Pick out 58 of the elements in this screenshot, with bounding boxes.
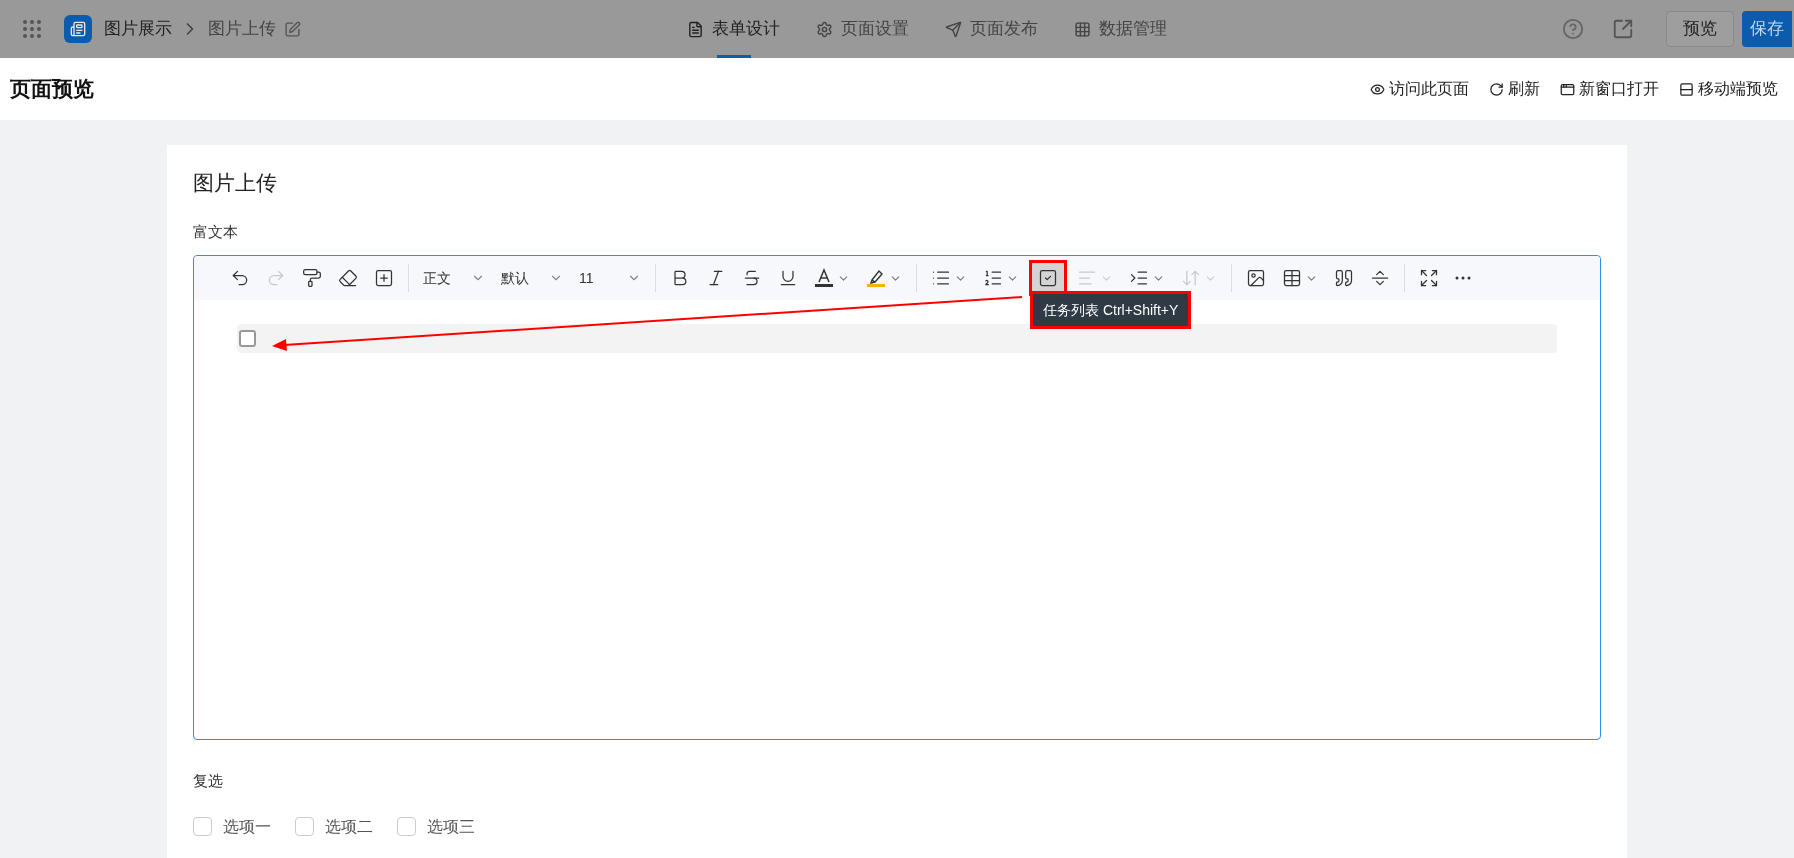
checkbox-icon bbox=[1038, 268, 1058, 288]
checkbox-label: 选项一 bbox=[223, 816, 271, 837]
external-link-icon[interactable] bbox=[1612, 18, 1634, 40]
font-color-icon bbox=[814, 268, 834, 288]
header-action-link[interactable]: 新窗口打开 bbox=[1560, 77, 1659, 101]
add-icon bbox=[374, 268, 394, 288]
page-title: 页面预览 bbox=[10, 76, 94, 103]
numbered-list-icon bbox=[983, 268, 1003, 288]
header-action-link[interactable]: 刷新 bbox=[1489, 77, 1540, 101]
checkbox-label: 选项二 bbox=[325, 816, 373, 837]
tooltip: 任务列表 Ctrl+Shift+Y bbox=[1030, 291, 1192, 329]
highlighter-icon bbox=[866, 268, 886, 288]
checkbox[interactable] bbox=[193, 817, 212, 836]
apps-grid-icon[interactable] bbox=[20, 17, 44, 41]
underline-icon bbox=[778, 268, 798, 288]
field-label: 复选 bbox=[193, 771, 224, 791]
nav-tab[interactable]: 页面设置 bbox=[815, 0, 909, 58]
rich-text-editor[interactable]: 正文 默认 11 任务列表 Ctrl+Shift+Y bbox=[193, 255, 1601, 740]
format-select[interactable]: 正文 bbox=[417, 262, 491, 294]
refresh-icon bbox=[1489, 81, 1504, 97]
eraser-icon bbox=[338, 268, 358, 288]
save-button[interactable]: 保存 bbox=[1742, 11, 1792, 47]
undo-icon bbox=[230, 268, 250, 288]
app-name[interactable]: 图片展示 bbox=[104, 16, 172, 42]
preview-button[interactable]: 预览 bbox=[1666, 11, 1734, 47]
checkbox[interactable] bbox=[397, 817, 416, 836]
nav-tab[interactable]: 页面发布 bbox=[944, 0, 1038, 58]
form-title: 图片上传 bbox=[193, 170, 278, 196]
checkbox[interactable] bbox=[295, 817, 314, 836]
table-icon bbox=[1282, 268, 1302, 288]
eye-icon bbox=[1370, 81, 1385, 97]
redo-icon bbox=[266, 268, 286, 288]
grid-icon bbox=[1073, 20, 1091, 38]
checkbox-label: 选项三 bbox=[427, 816, 475, 837]
task-checkbox[interactable] bbox=[239, 330, 256, 347]
nav-tab[interactable]: 表单设计 bbox=[686, 0, 780, 58]
format-select[interactable]: 默认 bbox=[495, 262, 569, 294]
line-height-icon bbox=[1181, 268, 1201, 288]
mobile-icon bbox=[1679, 81, 1694, 97]
image-icon bbox=[1246, 268, 1266, 288]
gear-icon bbox=[815, 20, 833, 38]
field-label: 富文本 bbox=[193, 221, 239, 242]
quote-icon bbox=[1334, 268, 1354, 288]
paper-plane-icon bbox=[944, 20, 962, 38]
paint-roller-icon bbox=[302, 268, 322, 288]
app-logo-icon bbox=[64, 15, 92, 43]
fullscreen-icon bbox=[1419, 268, 1439, 288]
page-name: 图片上传 bbox=[208, 18, 276, 41]
divider-icon bbox=[1370, 268, 1390, 288]
window-icon bbox=[1560, 81, 1575, 97]
more-icon bbox=[1455, 276, 1471, 280]
header-action-link[interactable]: 移动端预览 bbox=[1679, 77, 1778, 101]
header-action-link[interactable]: 访问此页面 bbox=[1370, 77, 1469, 101]
edit-icon[interactable] bbox=[284, 20, 301, 38]
nav-tab[interactable]: 数据管理 bbox=[1073, 0, 1167, 58]
format-select[interactable]: 11 bbox=[573, 262, 647, 294]
strikethrough-icon bbox=[742, 268, 762, 288]
document-icon bbox=[686, 20, 704, 38]
